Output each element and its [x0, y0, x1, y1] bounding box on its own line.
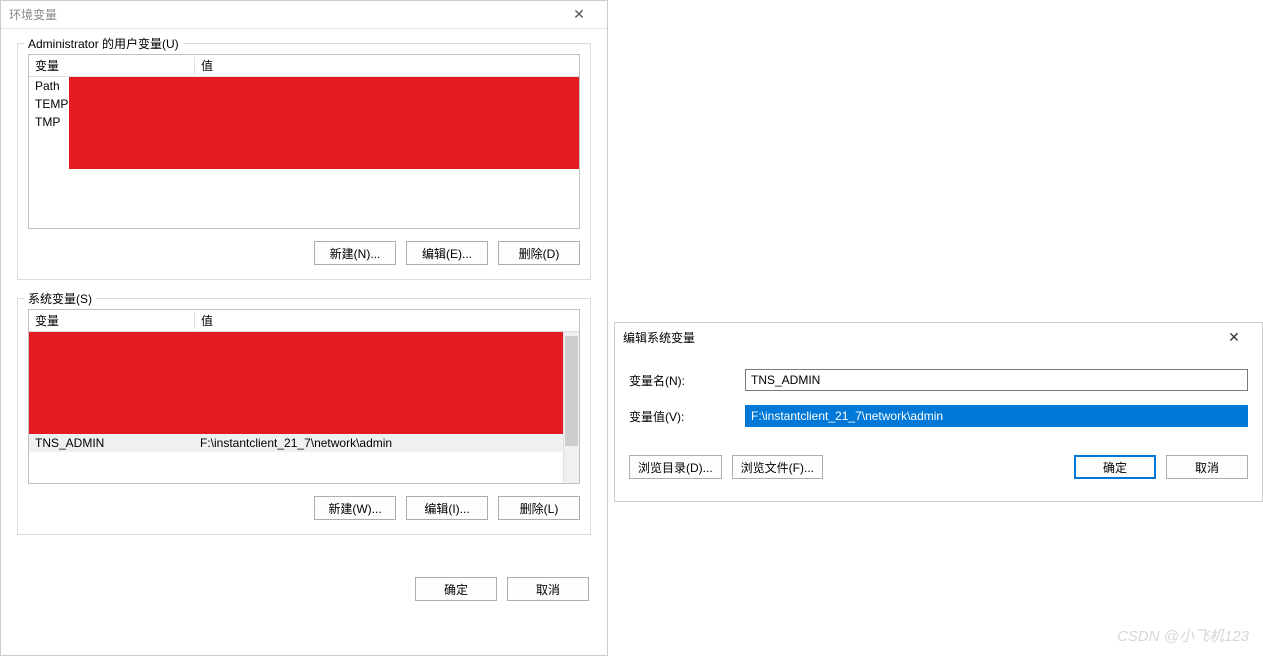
- redacted-block: [69, 77, 579, 169]
- edit-system-variable-dialog: 编辑系统变量 ✕ 变量名(N): 变量值(V): 浏览目录(D)... 浏览文件…: [614, 322, 1263, 502]
- env-dialog-titlebar[interactable]: 环境变量 ✕: [1, 1, 607, 29]
- col-header-variable[interactable]: 变量: [29, 312, 194, 329]
- new-sys-var-button[interactable]: 新建(W)...: [314, 496, 396, 520]
- env-dialog-title: 环境变量: [9, 6, 57, 23]
- system-variables-group: 系统变量(S) 变量 值 TNS_ADMIN F:\instantclient_…: [17, 298, 591, 535]
- new-user-var-button[interactable]: 新建(N)...: [314, 241, 396, 265]
- system-variables-table[interactable]: 变量 值 TNS_ADMIN F:\instantclient_21_7\net…: [28, 309, 580, 484]
- edit-dialog-titlebar[interactable]: 编辑系统变量 ✕: [615, 323, 1262, 351]
- col-header-value[interactable]: 值: [194, 312, 579, 329]
- env-variables-dialog: 环境变量 ✕ Administrator 的用户变量(U) 变量 值 Path: [0, 0, 608, 656]
- watermark: CSDN @小飞机123: [1117, 625, 1249, 646]
- browse-dir-button[interactable]: 浏览目录(D)...: [629, 455, 722, 479]
- scrollbar[interactable]: [563, 332, 579, 483]
- col-header-value[interactable]: 值: [194, 57, 579, 74]
- variable-name-input[interactable]: [745, 369, 1248, 391]
- system-variables-legend: 系统变量(S): [24, 290, 96, 307]
- variable-value-label: 变量值(V):: [629, 408, 745, 425]
- browse-file-button[interactable]: 浏览文件(F)...: [732, 455, 823, 479]
- edit-sys-var-button[interactable]: 编辑(I)...: [406, 496, 488, 520]
- table-header: 变量 值: [29, 55, 579, 77]
- delete-sys-var-button[interactable]: 删除(L): [498, 496, 580, 520]
- redacted-block: [29, 332, 563, 434]
- edit-ok-button[interactable]: 确定: [1074, 455, 1156, 479]
- table-header: 变量 值: [29, 310, 579, 332]
- scrollbar-thumb[interactable]: [565, 336, 578, 446]
- col-header-variable[interactable]: 变量: [29, 57, 194, 74]
- user-variables-table[interactable]: 变量 值 Path TEMP TMP: [28, 54, 580, 229]
- close-icon[interactable]: ✕: [1214, 329, 1254, 346]
- table-row[interactable]: TNS_ADMIN F:\instantclient_21_7\network\…: [29, 434, 563, 452]
- var-value: F:\instantclient_21_7\network\admin: [194, 436, 563, 450]
- var-name: TNS_ADMIN: [29, 436, 194, 450]
- edit-dialog-title: 编辑系统变量: [623, 329, 695, 346]
- edit-user-var-button[interactable]: 编辑(E)...: [406, 241, 488, 265]
- variable-value-input[interactable]: [745, 405, 1248, 427]
- env-ok-button[interactable]: 确定: [415, 577, 497, 601]
- variable-name-label: 变量名(N):: [629, 372, 745, 389]
- delete-user-var-button[interactable]: 删除(D): [498, 241, 580, 265]
- edit-cancel-button[interactable]: 取消: [1166, 455, 1248, 479]
- user-variables-group: Administrator 的用户变量(U) 变量 值 Path TEMP: [17, 43, 591, 280]
- user-variables-legend: Administrator 的用户变量(U): [24, 35, 183, 52]
- env-cancel-button[interactable]: 取消: [507, 577, 589, 601]
- close-icon[interactable]: ✕: [559, 6, 599, 23]
